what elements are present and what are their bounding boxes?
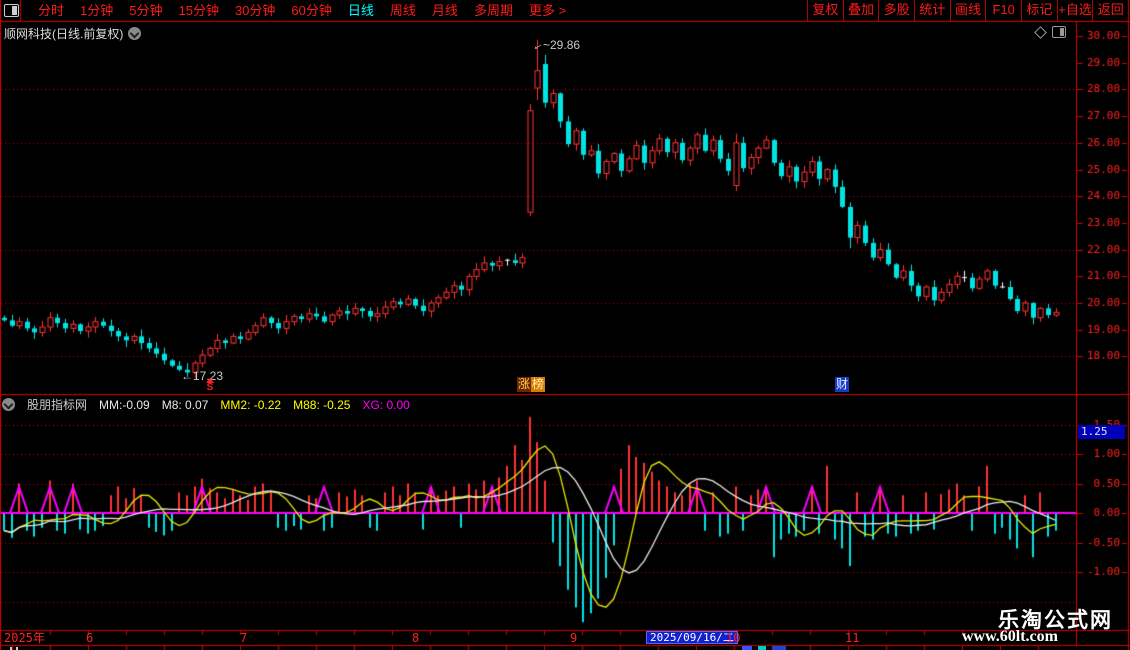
month-label-11: 11 [845,631,859,645]
period-menu-item-4[interactable]: 30分钟 [227,0,283,21]
crosshair-date-box: 2025/09/16/二 [646,631,738,644]
month-label-7: 7 [240,631,247,645]
chevron-down-icon[interactable] [2,398,15,411]
tool-menu-item-1[interactable]: 叠加 [843,0,879,21]
month-label-9: 9 [570,631,577,645]
tool-menu-item-5[interactable]: F10 [985,0,1021,21]
finance-badge[interactable]: 财 [835,377,849,392]
period-menu-item-3[interactable]: 15分钟 [170,0,226,21]
tool-menu-item-0[interactable]: 复权 [807,0,843,21]
chart-title-row: 顺网科技(日线.前复权) [4,25,141,42]
month-label-10: 10 [726,631,740,645]
indicator-value-4: XG: 0.00 [362,398,409,412]
tool-menu-item-4[interactable]: 画线 [950,0,986,21]
indicator-value-3: M88: -0.25 [293,398,350,412]
period-menu-item-9[interactable]: 多周期 [466,0,521,21]
period-menu-item-2[interactable]: 5分钟 [121,0,170,21]
indicator-value-0: MM:-0.09 [99,398,150,412]
indicator-value-1: M8: 0.07 [162,398,209,412]
arrow-icon: ← [181,369,193,383]
stock-title: 顺网科技(日线.前复权) [4,25,123,42]
month-label-6: 6 [86,631,93,645]
period-menu-item-1[interactable]: 1分钟 [72,0,121,21]
top-menu-bar: 分时1分钟5分钟15分钟30分钟60分钟日线周线月线多周期更多 > 复权叠加多股… [0,0,1130,21]
tools-menu: 复权叠加多股统计画线F10标记+自选返回 [807,0,1128,21]
watermark-site-url: www.60lt.com [962,628,1058,646]
period-menu-item-7[interactable]: 周线 [382,0,424,21]
indicator-value-box: 1.25 [1078,425,1125,439]
hot-rank-badge[interactable]: 涨榜 [517,377,545,392]
trading-app-window: 分时1分钟5分钟15分钟30分钟60分钟日线周线月线多周期更多 > 复权叠加多股… [0,0,1130,650]
period-menu-item-5[interactable]: 60分钟 [283,0,339,21]
month-label-8: 8 [412,631,419,645]
cutoff-fragment [742,646,752,650]
cutoff-fragment [772,646,786,650]
period-menu-item-0[interactable]: 分时 [30,0,72,21]
tool-menu-item-3[interactable]: 统计 [914,0,950,21]
indicator-header: 股朋指标网 MM:-0.09 M8: 0.07 MM2: -0.22 M88: -0.… [2,397,410,412]
sell-signal-marker: S [203,378,217,392]
tool-menu-item-6[interactable]: 标记 [1021,0,1057,21]
period-menu-item-8[interactable]: 月线 [424,0,466,21]
period-menu: 分时1分钟5分钟15分钟30分钟60分钟日线周线月线多周期更多 > [30,0,574,21]
year-label: 2025年 [4,631,45,645]
indicator-name: 股朋指标网 [27,396,87,413]
period-menu-item-10[interactable]: 更多 > [521,0,574,21]
indicator-value-2: MM2: -0.22 [220,398,281,412]
tool-menu-item-8[interactable]: 返回 [1092,0,1128,21]
high-price-annotation: ←~29.86 [531,38,580,52]
chart-canvas[interactable] [0,0,1130,650]
chevron-down-icon[interactable] [128,27,141,40]
time-axis: 2025年 2025/09/16/二 6 7 8 9 10 11 [0,631,1130,645]
cutoff-fragment [758,646,766,650]
pane-split-icon[interactable] [1052,26,1066,38]
layout-split-icon[interactable] [4,4,19,17]
tool-menu-item-2[interactable]: 多股 [878,0,914,21]
period-menu-item-6[interactable]: 日线 [340,0,382,21]
tool-menu-item-7[interactable]: +自选 [1057,0,1093,21]
